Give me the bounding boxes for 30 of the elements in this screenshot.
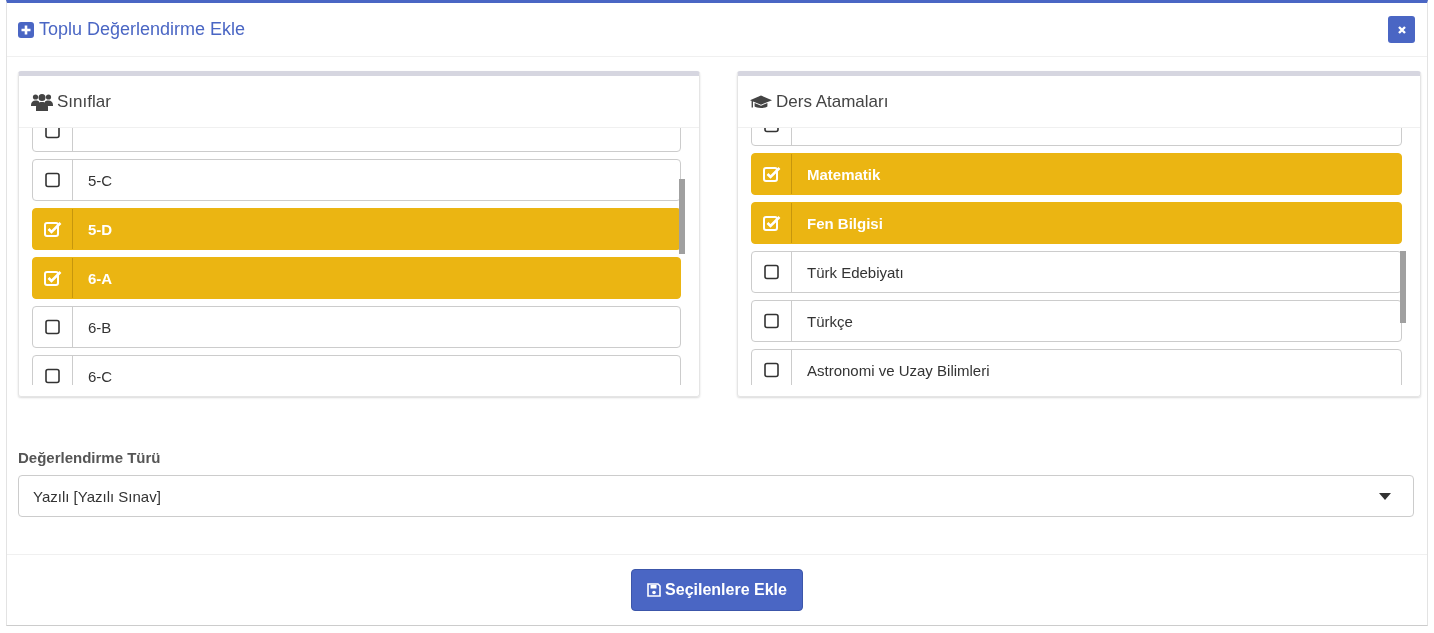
checkbox-icon (762, 313, 781, 329)
checkbox-icon (43, 368, 62, 384)
list-item[interactable]: Türk Edebiyatı (751, 251, 1402, 293)
checkbox-icon (43, 319, 62, 335)
close-button[interactable] (1388, 16, 1415, 43)
checkbox-icon (762, 264, 781, 280)
checkbox-icon (762, 362, 781, 378)
scrollbar-thumb[interactable] (1400, 251, 1406, 323)
add-selected-button[interactable]: Seçilenlere Ekle (631, 569, 803, 611)
checkbox-icon (43, 128, 62, 139)
list-item[interactable]: Astronomi ve Uzay Bilimleri (751, 349, 1402, 385)
scrollbar-thumb[interactable] (679, 179, 685, 254)
checkbox-icon (43, 172, 62, 188)
field-label: Değerlendirme Türü (18, 449, 162, 466)
assessment-type-select[interactable]: Yazılı [Yazılı Sınav] (18, 475, 1414, 517)
list-item[interactable]: 6-B (32, 306, 681, 348)
list-item[interactable]: 6-C (32, 355, 681, 385)
panel-title: Ders Atamaları (776, 91, 889, 112)
checked-checkbox-icon (762, 166, 781, 182)
users-icon (31, 92, 53, 111)
close-icon (1396, 24, 1407, 35)
checked-checkbox-icon (43, 221, 62, 237)
checked-checkbox-icon (43, 270, 62, 286)
window-title: Toplu Değerlendirme Ekle (39, 19, 246, 40)
list-item[interactable]: 5-C (32, 159, 681, 201)
list-item[interactable]: Türkçe (751, 300, 1402, 342)
caret-down-icon (1379, 492, 1391, 500)
panel-title: Sınıflar (57, 91, 111, 112)
checked-checkbox-icon (762, 215, 781, 231)
plus-square-icon (18, 21, 34, 38)
